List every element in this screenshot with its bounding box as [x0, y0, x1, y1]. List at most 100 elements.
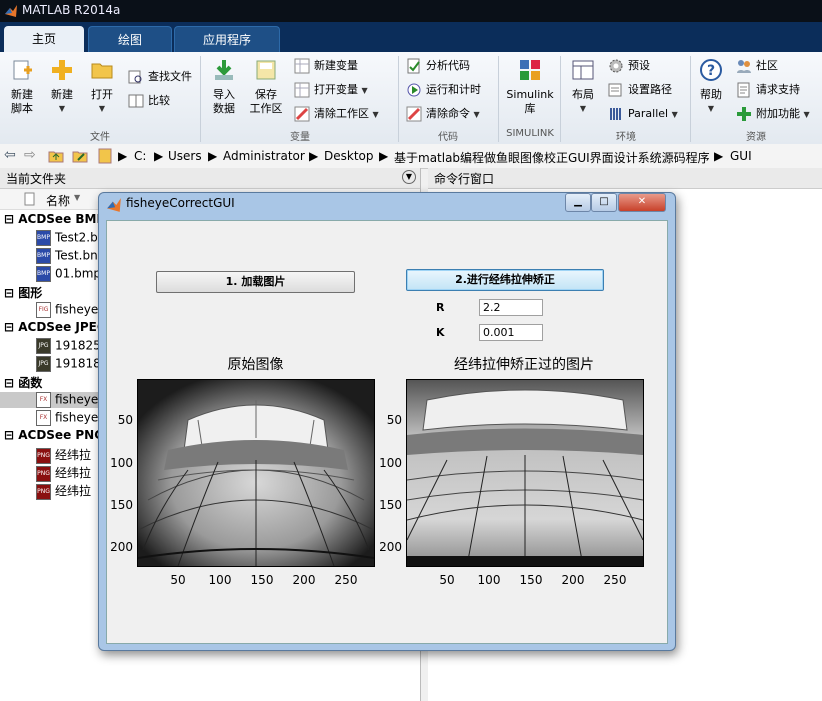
- run-and-time-button[interactable]: 运行和计时: [406, 80, 481, 100]
- k-label: K: [436, 326, 445, 339]
- axes2-ytick-label: 150: [379, 498, 402, 512]
- community-button[interactable]: 社区: [736, 56, 778, 76]
- simulink-library-button[interactable]: Simulink 库: [504, 58, 556, 116]
- name-column-header[interactable]: 名称: [46, 192, 70, 209]
- layout-dropdown-icon: ▼: [579, 104, 587, 113]
- file-item[interactable]: FX fisheye: [0, 392, 110, 408]
- file-item[interactable]: BMP Test.bn: [0, 248, 110, 264]
- breadcrumb-administrator[interactable]: Administrator: [223, 149, 305, 163]
- addons-button[interactable]: 附加功能 ▼: [736, 104, 810, 124]
- find-files-button[interactable]: 查找文件: [128, 67, 192, 87]
- tab-apps[interactable]: 应用程序: [174, 26, 280, 53]
- tab-plots[interactable]: 绘图: [88, 26, 172, 53]
- file-name: 经纬拉: [55, 466, 92, 480]
- panel-actions-icon[interactable]: ▼: [402, 170, 416, 184]
- tree-group-row[interactable]: ⊟ 图形: [4, 284, 42, 301]
- file-item[interactable]: FIG fisheye: [0, 302, 110, 318]
- file-name: Test2.b: [55, 230, 98, 245]
- file-item[interactable]: JPG 191818: [0, 356, 110, 372]
- set-path-button[interactable]: 设置路径: [608, 80, 672, 100]
- up-folder-icon[interactable]: [48, 148, 64, 164]
- parallel-label: Parallel: [628, 107, 669, 120]
- run-and-time-label: 运行和计时: [426, 83, 481, 96]
- original-image-axes: [137, 379, 375, 567]
- r-input[interactable]: 2.2: [479, 299, 543, 316]
- file-item[interactable]: JPG 191825: [0, 338, 110, 354]
- analyze-code-button[interactable]: 分析代码: [406, 56, 470, 76]
- breadcrumb-separator: ▶: [154, 149, 164, 163]
- axes2-xtick-label: 100: [477, 573, 501, 587]
- tab-home[interactable]: 主页: [4, 26, 84, 52]
- layout-button[interactable]: 布局 ▼: [566, 58, 600, 116]
- close-button[interactable]: ✕: [618, 193, 666, 212]
- layout-icon: [572, 60, 594, 80]
- window-title: MATLAB R2014a: [22, 3, 121, 17]
- file-item[interactable]: PNG 经纬拉: [0, 482, 110, 500]
- breadcrumb-separator: ▶: [309, 149, 319, 163]
- breadcrumb-gui[interactable]: GUI: [730, 149, 752, 163]
- addons-icon: [737, 107, 751, 121]
- axes1-xtick-label: 100: [208, 573, 232, 587]
- file-item[interactable]: PNG 经纬拉: [0, 464, 110, 482]
- community-icon: [737, 60, 751, 73]
- request-support-button[interactable]: 请求支持: [736, 80, 800, 100]
- maximize-button[interactable]: □: [591, 193, 617, 212]
- layout-label: 布局: [572, 88, 594, 101]
- minimize-button[interactable]: ▁: [565, 193, 591, 212]
- ribbon-separator: [398, 56, 399, 142]
- clear-workspace-button[interactable]: 清除工作区 ▼: [294, 104, 379, 124]
- file-item[interactable]: BMP Test2.b: [0, 230, 110, 246]
- save-workspace-icon: [256, 60, 276, 80]
- breadcrumb-users[interactable]: Users: [168, 149, 202, 163]
- collapse-icon[interactable]: ⊟: [4, 376, 18, 390]
- collapse-icon[interactable]: ⊟: [4, 286, 18, 300]
- correct-image-button[interactable]: 2.进行经纬拉伸矫正: [406, 269, 604, 291]
- load-image-button[interactable]: 1. 加载图片: [156, 271, 355, 293]
- request-support-label: 请求支持: [756, 83, 800, 96]
- help-button[interactable]: ? 帮助 ▼: [696, 58, 726, 116]
- axes1-xtick-label: 50: [170, 573, 186, 587]
- axes1-xtick-label: 150: [250, 573, 274, 587]
- open-button[interactable]: 打开 ▼: [84, 58, 120, 116]
- collapse-icon[interactable]: ⊟: [4, 212, 18, 226]
- file-name: fisheye: [55, 410, 99, 425]
- collapse-icon[interactable]: ⊟: [4, 428, 18, 442]
- help-icon: ?: [700, 59, 722, 81]
- clear-commands-label: 清除命令: [426, 107, 470, 120]
- tree-group-row[interactable]: ⊟ ACDSee JPEG: [4, 320, 107, 334]
- preferences-button[interactable]: 预设: [608, 56, 650, 76]
- save-workspace-button[interactable]: 保存 工作区: [246, 58, 286, 116]
- import-data-button[interactable]: 导入 数据: [206, 58, 242, 116]
- file-type-column-icon: [24, 192, 35, 206]
- new-variable-button[interactable]: 新建变量: [294, 56, 358, 76]
- file-item[interactable]: BMP 01.bmp: [0, 266, 110, 282]
- forward-arrow-icon[interactable]: ⇨: [24, 147, 36, 163]
- save-workspace-label: 保存 工作区: [249, 88, 283, 115]
- tree-group-row[interactable]: ⊟ ACDSee PNG: [4, 428, 104, 442]
- breadcrumb-c[interactable]: C:: [134, 149, 146, 163]
- window-titlebar: MATLAB R2014a: [0, 0, 822, 22]
- back-arrow-icon[interactable]: ⇦: [4, 147, 16, 163]
- open-variable-button[interactable]: 打开变量 ▼: [294, 80, 368, 100]
- breadcrumb-project-folder[interactable]: 基于matlab编程做鱼眼图像校正GUI界面设计系统源码程序: [394, 149, 710, 166]
- collapse-icon[interactable]: ⊟: [4, 320, 18, 334]
- clear-commands-button[interactable]: 清除命令 ▼: [406, 104, 480, 124]
- open-variable-icon: [294, 82, 310, 98]
- analyze-code-label: 分析代码: [426, 59, 470, 72]
- r-label: R: [436, 301, 445, 314]
- file-type-icon: BMP: [36, 248, 51, 264]
- tree-group-row[interactable]: ⊟ 函数: [4, 374, 42, 391]
- group-environment-label: 环境: [616, 132, 636, 143]
- new-button[interactable]: 新建 ▼: [44, 58, 80, 116]
- browse-folder-icon[interactable]: [72, 148, 88, 164]
- file-name: fisheye: [55, 392, 99, 407]
- k-input[interactable]: 0.001: [479, 324, 543, 341]
- file-item[interactable]: FX fisheye: [0, 410, 110, 426]
- compare-button[interactable]: 比较: [128, 91, 170, 111]
- new-script-button[interactable]: 新建 脚本: [4, 58, 40, 116]
- tree-group-row[interactable]: ⊟ ACDSee BMP: [4, 212, 105, 226]
- parallel-button[interactable]: Parallel ▼: [608, 104, 678, 124]
- breadcrumb-desktop[interactable]: Desktop: [324, 149, 374, 163]
- file-item[interactable]: PNG 经纬拉: [0, 446, 110, 464]
- axes2-xtick-label: 50: [439, 573, 455, 587]
